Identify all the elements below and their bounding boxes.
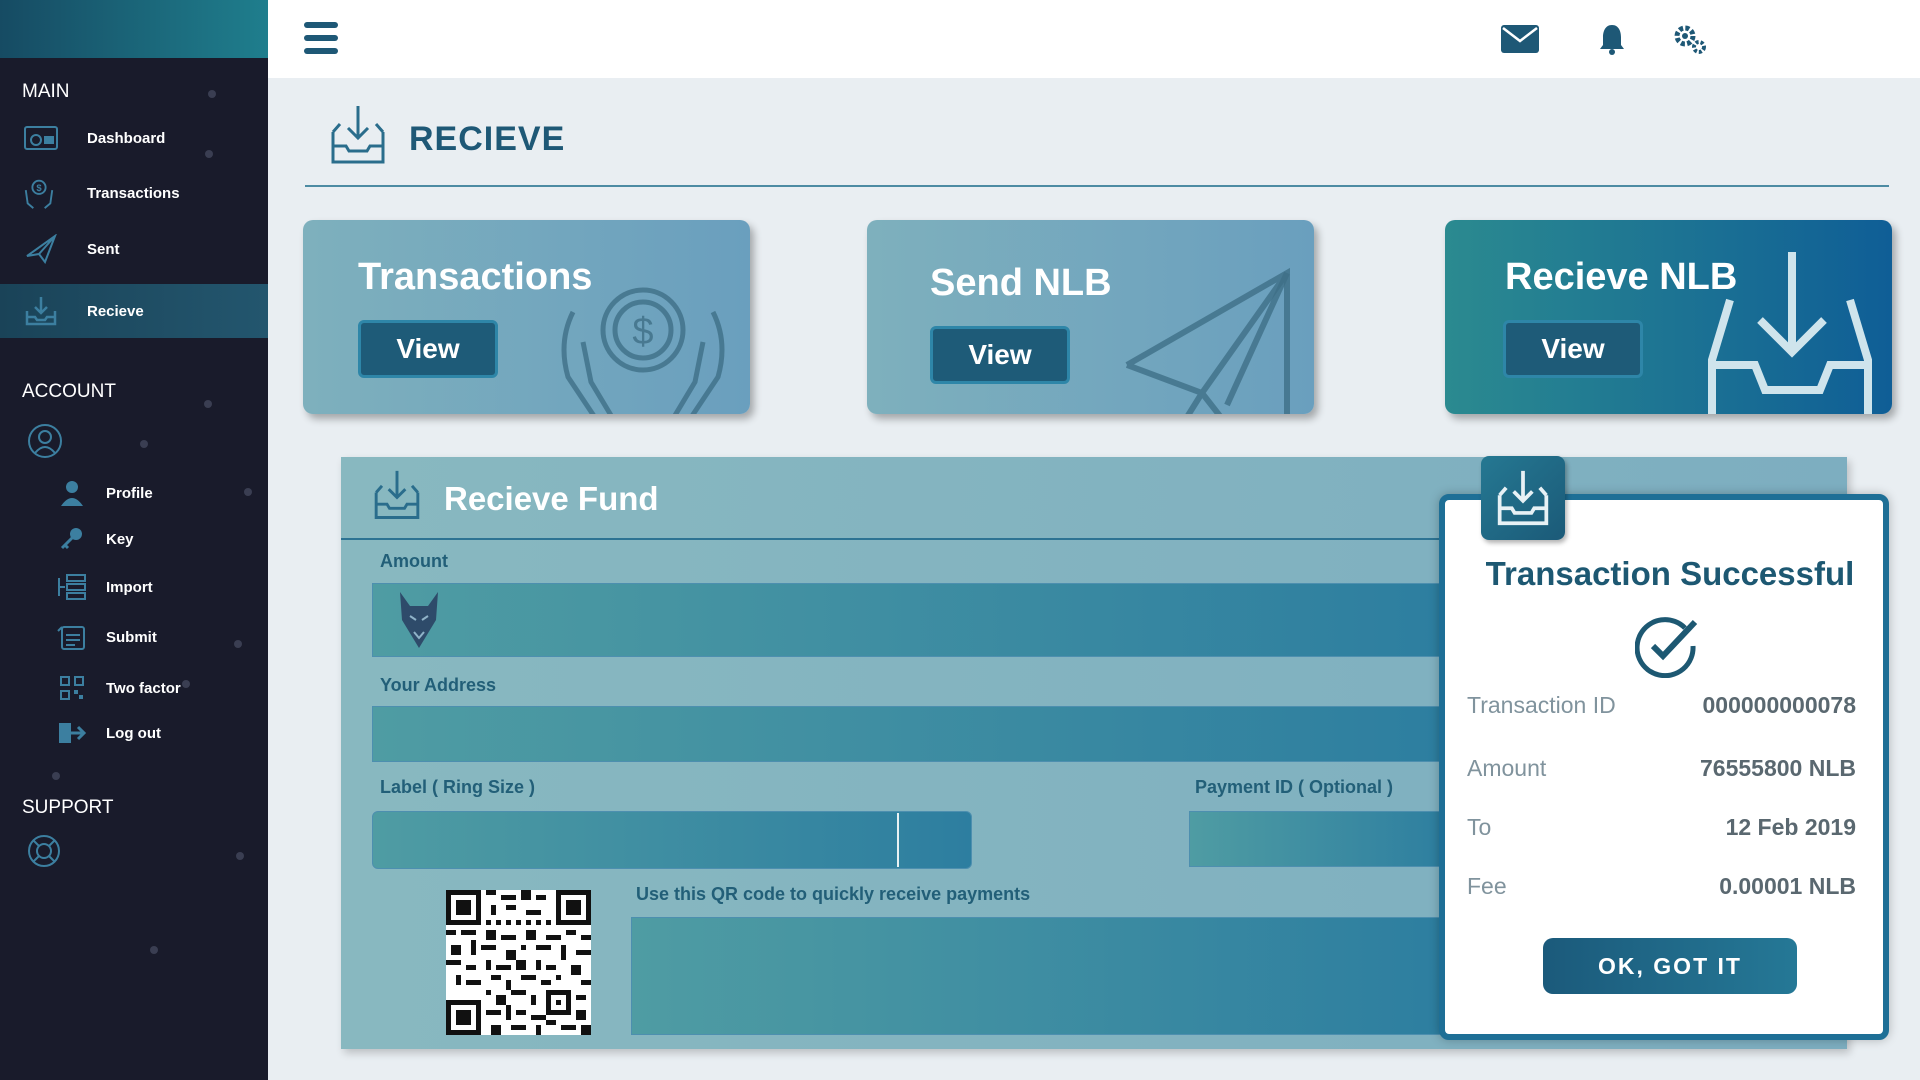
view-transactions-button[interactable]: View (358, 320, 498, 378)
import-icon (55, 572, 89, 602)
bell-icon[interactable] (1592, 20, 1632, 58)
ring-size-label: Label ( Ring Size ) (380, 777, 536, 797)
payment-id-input[interactable] (1189, 811, 1452, 867)
decor-dot (140, 440, 148, 448)
mail-icon[interactable] (1500, 20, 1540, 58)
title-divider (305, 185, 1889, 187)
coin-hands-icon: $ (553, 282, 733, 414)
submit-icon (55, 622, 89, 652)
svg-text:$: $ (36, 183, 42, 194)
decor-dot (204, 400, 212, 408)
support-lifebuoy-icon[interactable] (27, 834, 61, 873)
send-nlb-view-button[interactable]: View (930, 326, 1070, 384)
sidebar-item-sent[interactable]: Sent (0, 224, 268, 274)
modal-row-label: Transaction ID (1467, 692, 1616, 718)
card-title: Recieve NLB (1505, 256, 1738, 298)
sidebar-item-label: Sent (87, 240, 120, 258)
sidebar-item-label: Transactions (87, 184, 180, 202)
ring-size-input[interactable] (372, 811, 972, 869)
sidebar-heading-account: ACCOUNT (22, 381, 116, 402)
sidebar-item-label: Key (106, 530, 134, 548)
sidebar-header (0, 0, 268, 58)
inbox-download-icon (372, 468, 422, 527)
sidebar-item-log-out[interactable]: Log out (0, 708, 268, 758)
fund-divider (341, 538, 1441, 540)
amount-value: 76555800 NLB (1700, 755, 1856, 781)
modal-row-label: Amount (1467, 755, 1547, 781)
sidebar-heading-main: MAIN (22, 81, 70, 102)
paper-plane-icon (24, 234, 58, 264)
key-icon (55, 524, 89, 554)
fee-value: 0.00001 NLB (1719, 873, 1856, 899)
decor-dot (208, 90, 216, 98)
inbox-download-icon (1481, 456, 1565, 540)
sidebar-item-profile[interactable]: Profile (0, 468, 268, 518)
sidebar-item-label: Import (106, 578, 153, 596)
ring-size-divider (897, 813, 899, 867)
sidebar-item-key[interactable]: Key (0, 514, 268, 564)
sidebar-item-label: Submit (106, 628, 157, 646)
sidebar-item-label: Log out (106, 724, 161, 742)
recieve-nlb-view-button[interactable]: View (1503, 320, 1643, 378)
card-send-nlb: Send NLB View (867, 220, 1314, 414)
sidebar-item-transactions[interactable]: $ Transactions (0, 168, 268, 218)
decor-dot (52, 772, 60, 780)
sidebar-item-label: Recieve (87, 302, 144, 320)
decor-dot (150, 946, 158, 954)
wolf-logo-icon (396, 590, 442, 655)
amount-label: Amount (380, 551, 448, 571)
sidebar-item-submit[interactable]: Submit (0, 612, 268, 662)
user-icon (55, 478, 89, 508)
sidebar-item-recieve[interactable]: Recieve (0, 284, 268, 338)
sidebar-item-label: Profile (106, 484, 153, 502)
check-circle-icon (1634, 616, 1699, 683)
decor-dot (236, 852, 244, 860)
qr-payment-textarea[interactable] (631, 917, 1452, 1035)
coin-hands-icon: $ (22, 178, 56, 209)
modal-row-label: Fee (1467, 873, 1507, 899)
to-value: 12 Feb 2019 (1725, 814, 1856, 840)
transaction-id-value: 000000000078 (1702, 692, 1857, 718)
paper-plane-icon (1122, 265, 1297, 414)
card-title: Transactions (358, 256, 593, 298)
logout-icon (55, 718, 89, 748)
qr-note: Use this QR code to quickly receive paym… (636, 884, 1031, 904)
card-recieve-nlb: Recieve NLB View (1445, 220, 1892, 414)
gears-icon[interactable] (1670, 20, 1710, 58)
sidebar: MAIN Dashboard $ Transactions Sent Recie… (0, 0, 268, 1080)
recieve-fund-title: Recieve Fund (444, 480, 659, 517)
inbox-download-icon (328, 104, 388, 171)
amount-input[interactable] (372, 583, 1452, 657)
ok-got-it-button[interactable]: OK, GOT IT (1543, 938, 1797, 994)
card-transactions: $ Transactions View (303, 220, 750, 414)
svg-text:$: $ (632, 311, 653, 353)
qr-icon (55, 673, 89, 703)
modal-title: Transaction Successful (1485, 555, 1855, 592)
menu-icon[interactable] (304, 22, 338, 54)
sidebar-item-label: Two factor (106, 679, 181, 697)
sidebar-item-dashboard[interactable]: Dashboard (0, 113, 268, 163)
page-title: RECIEVE (409, 120, 566, 158)
address-label: Your Address (380, 675, 497, 695)
modal-row-label: To (1467, 814, 1492, 840)
dashboard-icon (24, 123, 58, 153)
payment-id-label: Payment ID ( Optional ) (1195, 777, 1394, 797)
sidebar-item-label: Dashboard (87, 129, 166, 147)
account-avatar-icon (27, 423, 63, 464)
qr-code (446, 890, 591, 1035)
sidebar-item-import[interactable]: Import (0, 562, 268, 612)
address-input[interactable] (372, 706, 1452, 762)
sidebar-heading-support: SUPPORT (22, 797, 114, 818)
sidebar-item-two-factor[interactable]: Two factor (0, 663, 268, 713)
card-title: Send NLB (930, 262, 1112, 304)
inbox-download-icon (24, 296, 58, 326)
